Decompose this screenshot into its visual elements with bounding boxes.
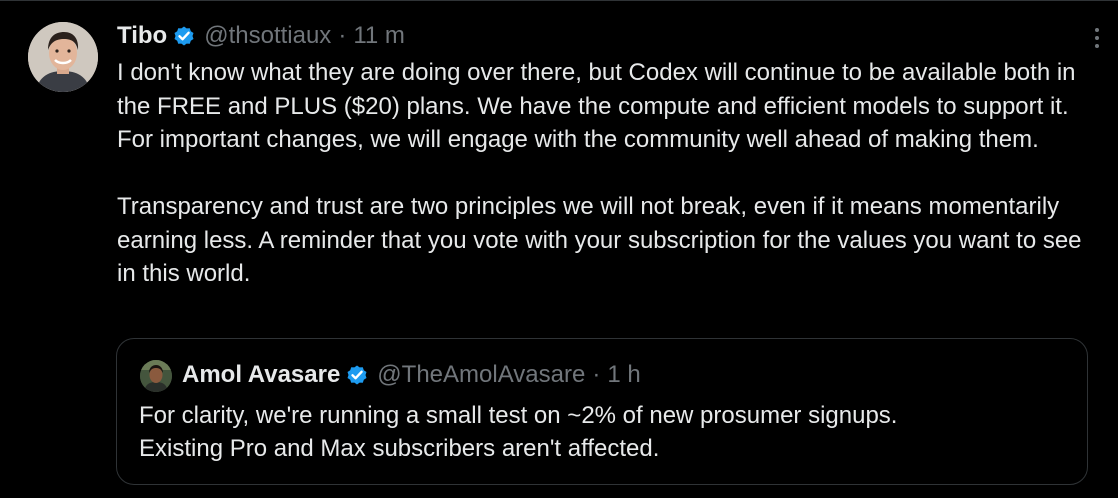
author-name[interactable]: Tibo [117, 22, 167, 50]
separator-dot: · [338, 22, 347, 49]
quoted-author-handle[interactable]: @TheAmolAvasare [377, 361, 585, 389]
tweet-timestamp[interactable]: 11 m [353, 22, 405, 50]
author-handle[interactable]: @thsottiaux [204, 22, 331, 50]
verified-badge-icon [345, 363, 369, 387]
quoted-author-name[interactable]: Amol Avasare [182, 361, 340, 389]
quoted-tweet-text: For clarity, we're running a small test … [139, 402, 898, 462]
quoted-tweet[interactable]: Amol Avasare @TheAmolAvasare · 1 h For c… [116, 338, 1088, 485]
author-avatar[interactable] [28, 22, 98, 92]
tweet-paragraph: I don't know what they are doing over th… [117, 59, 1076, 153]
tweet[interactable]: Tibo @thsottiaux · 11 m I don't know wha… [0, 0, 1118, 498]
verified-badge-icon [172, 24, 196, 48]
more-vertical-icon[interactable] [1084, 24, 1110, 54]
separator-dot: · [592, 361, 601, 388]
quoted-tweet-header: Amol Avasare @TheAmolAvasare · 1 h [182, 359, 641, 391]
quoted-tweet-timestamp[interactable]: 1 h [607, 361, 640, 389]
quoted-author-avatar[interactable] [140, 360, 172, 392]
tweet-paragraph: Transparency and trust are two principle… [117, 193, 1082, 287]
tweet-header: Tibo @thsottiaux · 11 m [117, 20, 405, 52]
tweet-text: I don't know what they are doing over th… [117, 56, 1087, 291]
